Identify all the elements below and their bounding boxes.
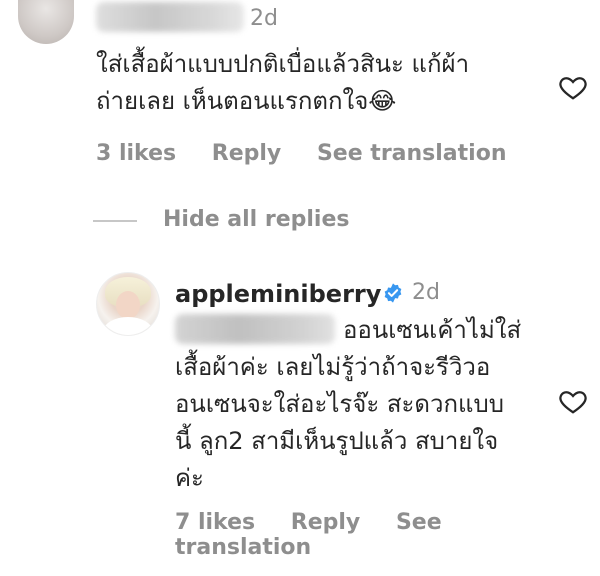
comment-meta-row: 3 likes Reply See translation <box>96 141 535 166</box>
see-translation-button[interactable]: See translation <box>317 141 507 166</box>
reply-username[interactable]: appleminiberry <box>175 280 381 308</box>
heart-icon[interactable] <box>556 386 590 416</box>
reply-text-line-5: ค่ะ <box>175 464 204 492</box>
likes-count[interactable]: 3 likes <box>96 141 176 166</box>
verified-badge-icon <box>384 283 402 303</box>
reply-button[interactable]: Reply <box>212 141 282 166</box>
reply-button[interactable]: Reply <box>291 510 361 535</box>
comment-timestamp: 2d <box>250 6 278 31</box>
reply-text-line-3: อนเซนจะใส่อะไรจ๊ะ สะดวกแบบ <box>175 390 504 418</box>
heart-icon[interactable] <box>556 72 590 102</box>
likes-count[interactable]: 7 likes <box>175 510 255 535</box>
commenter-avatar[interactable] <box>18 0 74 44</box>
comment-text-line-1: ใส่เสื้อผ้าแบบปกติเบื่อแล้วสินะ แก้ผ้า <box>96 50 470 78</box>
reply-avatar[interactable] <box>96 272 160 336</box>
reply-meta-row: 7 likes Reply See translation <box>175 510 600 560</box>
comment-text-line-2: ถ่ายเลย เห็นตอนแรกตกใจ😂 <box>96 87 397 115</box>
mention-username-blurred[interactable] <box>175 314 335 344</box>
reply-text-line-1: ออนเซนเค้าไม่ใส่ <box>343 316 522 344</box>
hide-replies-button[interactable]: Hide all replies <box>163 207 349 232</box>
replies-divider-line <box>93 220 137 222</box>
reply-text-line-4: นี้ ลูก2 สามีเห็นรูปแล้ว สบายใจ <box>175 427 499 455</box>
reply-text-line-2: เสื้อผ้าค่ะ เลยไม่รู้ว่าถ้าจะรีวิวอ <box>175 353 491 381</box>
reply-timestamp: 2d <box>412 280 440 305</box>
commenter-username-blurred[interactable] <box>96 2 244 32</box>
